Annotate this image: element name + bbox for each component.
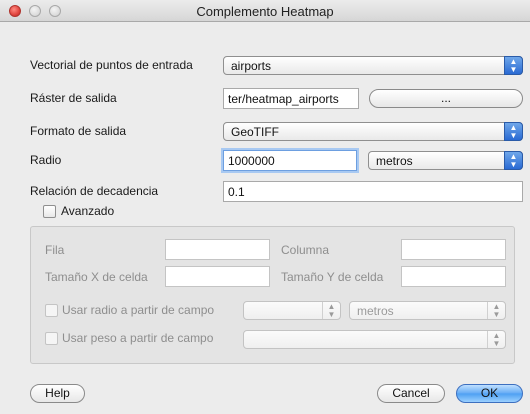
output-raster-field[interactable]: ter/heatmap_airports: [223, 88, 359, 109]
output-format-label: Formato de salida: [30, 124, 127, 138]
radius-from-field-label: Usar radio a partir de campo: [62, 303, 215, 317]
radius-from-field-checkbox[interactable]: [45, 304, 58, 317]
browse-output-button[interactable]: ...: [369, 89, 523, 108]
radius-field-select[interactable]: ▲ ▼: [243, 301, 341, 320]
heatmap-dialog: Complemento Heatmap Vectorial de puntos …: [0, 0, 530, 414]
radius-unit-value: metros: [376, 154, 413, 168]
rows-field[interactable]: [165, 239, 270, 260]
radius-field-unit-value: metros: [357, 304, 394, 318]
updown-arrow-icon: ▲ ▼: [504, 151, 523, 170]
rows-label: Fila: [45, 243, 65, 257]
weight-from-field-label: Usar peso a partir de campo: [62, 331, 214, 345]
output-format-select[interactable]: GeoTIFF ▲ ▼: [223, 122, 523, 141]
updown-arrow-icon: ▲ ▼: [504, 56, 523, 75]
decay-label: Relación de decadencia: [30, 184, 159, 198]
radius-unit-select[interactable]: metros ▲ ▼: [368, 151, 523, 170]
cell-y-field[interactable]: [401, 266, 506, 287]
columns-label: Columna: [281, 243, 330, 257]
output-format-value: GeoTIFF: [231, 125, 280, 139]
cancel-button[interactable]: Cancel: [377, 384, 445, 403]
title-bar: Complemento Heatmap: [0, 0, 530, 22]
radius-field-unit-select[interactable]: metros ▲ ▼: [349, 301, 506, 320]
advanced-label: Avanzado: [61, 204, 115, 218]
cell-x-label: Tamaño X de celda: [45, 270, 148, 284]
advanced-checkbox[interactable]: [43, 205, 56, 218]
input-layer-select[interactable]: airports ▲ ▼: [223, 56, 523, 75]
updown-arrow-icon: ▲ ▼: [487, 302, 505, 319]
decay-field[interactable]: 0.1: [223, 181, 523, 202]
updown-arrow-icon: ▲ ▼: [487, 331, 505, 348]
updown-arrow-icon: ▲ ▼: [322, 302, 340, 319]
updown-arrow-icon: ▲ ▼: [504, 122, 523, 141]
decay-value: 0.1: [228, 185, 245, 199]
output-raster-value: ter/heatmap_airports: [228, 92, 339, 106]
radius-field[interactable]: 1000000: [223, 150, 357, 171]
cell-y-label: Tamaño Y de celda: [281, 270, 384, 284]
ok-button[interactable]: OK: [456, 384, 523, 403]
output-raster-label: Ráster de salida: [30, 91, 117, 105]
cell-x-field[interactable]: [165, 266, 270, 287]
input-layer-label: Vectorial de puntos de entrada: [30, 58, 193, 72]
radius-label: Radio: [30, 153, 62, 167]
weight-field-select[interactable]: ▲ ▼: [243, 330, 506, 349]
weight-from-field-checkbox[interactable]: [45, 332, 58, 345]
input-layer-value: airports: [231, 59, 272, 73]
help-button[interactable]: Help: [30, 384, 85, 403]
radius-value: 1000000: [228, 154, 275, 168]
window-title: Complemento Heatmap: [196, 4, 334, 19]
columns-field[interactable]: [401, 239, 506, 260]
